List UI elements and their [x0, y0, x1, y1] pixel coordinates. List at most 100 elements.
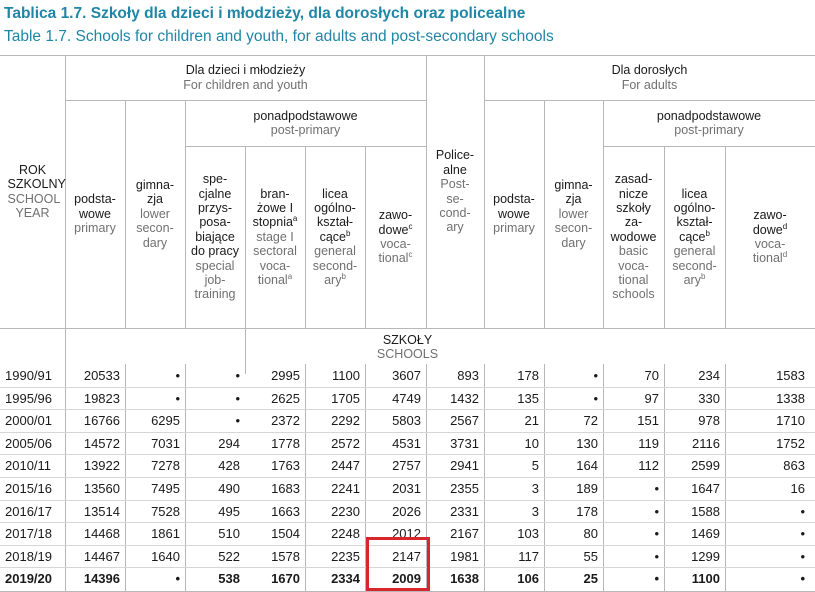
table-cell: 2599 — [691, 458, 720, 473]
row-year: 2018/19 — [5, 549, 52, 564]
table-cell: 2292 — [331, 413, 360, 428]
header-adults-lower-secondary: gimna-zja lower secon-dary — [554, 177, 593, 250]
table-cell: 135 — [517, 391, 539, 406]
table-cell: 7495 — [151, 481, 180, 496]
table-cell: 510 — [218, 526, 240, 541]
table-cell: • — [654, 481, 659, 496]
row-year: 2016/17 — [5, 504, 52, 519]
table-cell: 119 — [638, 436, 659, 451]
table-cell: 4531 — [392, 436, 421, 451]
table-cell: 97 — [644, 391, 659, 406]
table-cell: 2372 — [271, 413, 300, 428]
table-cell: 10 — [524, 436, 539, 451]
table-cell: 6295 — [151, 413, 180, 428]
table-cell: 2331 — [450, 504, 479, 519]
table-cell: 14396 — [83, 571, 120, 586]
row-year: 2000/01 — [5, 413, 52, 428]
table-cell: 1981 — [450, 549, 479, 564]
table-cell: 1670 — [271, 571, 300, 586]
table-cell: 330 — [698, 391, 720, 406]
table-cell: • — [654, 504, 659, 519]
table-cell: 103 — [517, 526, 539, 541]
header-basic-vocational: zasad-nicze szkoły za-wodowe basic voca-… — [610, 172, 657, 302]
table-cell: 2248 — [331, 526, 360, 541]
table-cell: • — [800, 504, 805, 519]
header-special: spe-cjalne przys-posa-biające do pracy s… — [191, 172, 239, 302]
row-year: 2017/18 — [5, 526, 52, 541]
table-cell: 1638 — [450, 571, 479, 586]
table-cell: 130 — [576, 436, 598, 451]
table-cell: 522 — [218, 549, 240, 564]
table-cell: 3731 — [450, 436, 479, 451]
table-cell: 13922 — [83, 458, 120, 473]
table-cell: 2941 — [450, 458, 479, 473]
table-cell: • — [235, 413, 240, 428]
table-cell: 16766 — [83, 413, 120, 428]
table-cell: 1338 — [776, 391, 805, 406]
table-cell: 2116 — [692, 436, 720, 451]
table-cell: 1100 — [332, 368, 360, 383]
header-adults-vocational: zawo-dowed voca-tionald — [752, 208, 788, 266]
table-cell: • — [175, 571, 180, 586]
table-cell: 14468 — [83, 526, 120, 541]
table-cell: 1469 — [691, 526, 720, 541]
row-year: 2019/20 — [5, 571, 52, 586]
table-cell: 1752 — [776, 436, 805, 451]
table-cell: 1683 — [271, 481, 300, 496]
table-cell: 1861 — [151, 526, 180, 541]
table-cell: 2230 — [331, 504, 360, 519]
table-cell: 3607 — [392, 368, 421, 383]
header-bottom-rule — [0, 328, 815, 329]
row-year: 1990/91 — [5, 368, 52, 383]
table-cell: 4749 — [392, 391, 421, 406]
table-cell: 1778 — [271, 436, 300, 451]
table-cell: • — [654, 526, 659, 541]
table-cell: 189 — [576, 481, 598, 496]
table-cell: 13514 — [83, 504, 120, 519]
table-cell: 294 — [218, 436, 240, 451]
section-label-pl: SZKOŁY — [382, 333, 433, 347]
table-cell: 13560 — [83, 481, 120, 496]
header-children-youth: Dla dzieci i młodzieży For children and … — [183, 63, 308, 92]
table-cell: 16 — [790, 481, 805, 496]
row-year: 2010/11 — [5, 458, 52, 473]
table-cell: 178 — [576, 504, 598, 519]
table-cell: 70 — [644, 368, 659, 383]
header-post-secondary: Police-alne Post-se-cond-ary — [435, 148, 475, 235]
table-cell: 5 — [531, 458, 539, 473]
table-cell: 164 — [576, 458, 598, 473]
table-cell: 1640 — [151, 549, 180, 564]
table-cell: 7031 — [151, 436, 180, 451]
header-children-postprimary: ponadpodstawowe post-primary — [253, 108, 358, 137]
table-cell: 72 — [583, 413, 598, 428]
table-cell: 151 — [637, 413, 659, 428]
table-cell: 2355 — [450, 481, 479, 496]
table-cell: 112 — [638, 458, 659, 473]
table-cell: • — [654, 571, 659, 586]
table-cell: 3 — [531, 481, 539, 496]
table-cell: • — [800, 549, 805, 564]
header-vocational: zawo-dowec voca-tionalc — [378, 208, 413, 266]
table-cell: 1705 — [331, 391, 360, 406]
header-primary: podsta-wowe primary — [74, 192, 116, 236]
header-lower-secondary: gimna-zja lower secon-dary — [135, 177, 175, 250]
table-cell: 21 — [524, 413, 539, 428]
table-cell: 178 — [517, 368, 539, 383]
highlight-box — [366, 537, 430, 591]
table-cell: 1710 — [776, 413, 805, 428]
header-adults-primary: podsta-wowe primary — [493, 192, 535, 236]
table-cell: 106 — [517, 571, 539, 586]
table-cell: 2995 — [271, 368, 300, 383]
table-cell: 2241 — [331, 481, 360, 496]
table-cell: • — [235, 368, 240, 383]
table-cell: 495 — [218, 504, 240, 519]
table-cell: 1663 — [271, 504, 300, 519]
table-cell: 2167 — [450, 526, 479, 541]
table-cell: 978 — [698, 413, 720, 428]
header-sectoral: bran-żowe I stopniaa stage I sectoral vo… — [252, 186, 298, 288]
table-cell: • — [593, 391, 598, 406]
row-year: 1995/96 — [5, 391, 52, 406]
table-cell: 2026 — [392, 504, 421, 519]
table-cell: 1432 — [450, 391, 479, 406]
table-cell: 1763 — [271, 458, 300, 473]
